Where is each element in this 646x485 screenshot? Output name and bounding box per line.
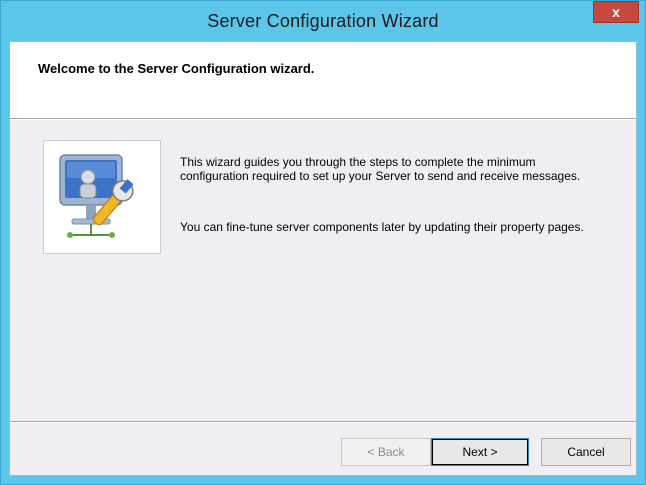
wizard-header: Welcome to the Server Configuration wiza… bbox=[10, 42, 636, 118]
footer-divider bbox=[10, 421, 636, 423]
wizard-graphic bbox=[43, 140, 161, 254]
cancel-button[interactable]: Cancel bbox=[541, 438, 631, 466]
window-title: Server Configuration Wizard bbox=[207, 11, 439, 31]
header-divider bbox=[10, 118, 636, 120]
wizard-window: Server Configuration Wizard x Welcome to… bbox=[0, 0, 646, 485]
server-configuration-icon bbox=[59, 154, 134, 238]
title-bar[interactable]: Server Configuration Wizard x bbox=[1, 1, 645, 41]
description-paragraph-1: This wizard guides you through the steps… bbox=[180, 155, 581, 183]
next-button[interactable]: Next > bbox=[431, 438, 529, 466]
description-paragraph-2: You can fine-tune server components late… bbox=[180, 220, 584, 234]
close-button[interactable]: x bbox=[593, 1, 639, 23]
wizard-header-title: Welcome to the Server Configuration wiza… bbox=[38, 61, 315, 76]
back-button[interactable]: < Back bbox=[341, 438, 431, 466]
wizard-client-area: Welcome to the Server Configuration wiza… bbox=[9, 41, 637, 476]
